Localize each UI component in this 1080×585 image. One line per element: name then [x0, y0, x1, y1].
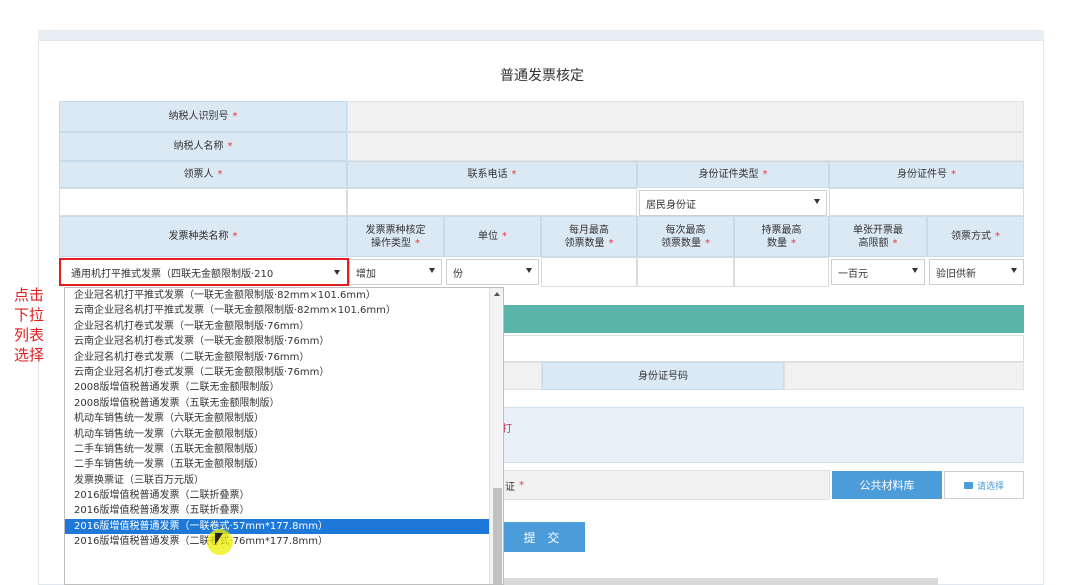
id-number-value [784, 362, 1024, 390]
dropdown-list: 企业冠名机打平推式发票（一联无金额限制版·82mm×101.6mm） 云南企业冠名… [65, 288, 489, 550]
id-number-input[interactable] [829, 188, 1024, 216]
phone-label: 联系电话 * [347, 161, 637, 188]
id-number-label: 身份证号码 [542, 362, 784, 390]
hold-max-input[interactable] [734, 257, 829, 287]
taxpayer-id-label: 纳税人识别号 * [59, 101, 347, 132]
single-limit-select[interactable]: 一百元 [831, 259, 925, 285]
dropdown-option[interactable]: 2008版增值税普通发票（二联无金额限制版） [65, 380, 489, 395]
bottom-bar [504, 578, 938, 585]
section-row [502, 335, 1024, 362]
invoice-type-select[interactable]: 通用机打平推式发票（四联无金额限制版·210 [59, 258, 349, 286]
dropdown-scrollbar[interactable] [489, 288, 503, 584]
dropdown-option[interactable]: 云南企业冠名机打平推式发票（一联无金额限制版·82mm×101.6mm） [65, 303, 489, 318]
chevron-down-icon [526, 268, 532, 273]
dropdown-option[interactable]: 企业冠名机打平推式发票（一联无金额限制版·82mm×101.6mm） [65, 288, 489, 303]
dropdown-option[interactable]: 2016版增值税普通发票（二联卷式·76mm*177.8mm） [65, 534, 489, 549]
hold-max-label: 持票最高 数量 * [734, 216, 829, 257]
chevron-down-icon [1011, 268, 1017, 273]
chevron-down-icon [814, 199, 820, 204]
id-type-label: 身份证件类型 * [637, 161, 829, 188]
single-limit-label: 单张开票最 高限额 * [829, 216, 927, 257]
folder-icon [963, 481, 973, 489]
dropdown-option[interactable]: 发票换票证（三联百万元版） [65, 473, 489, 488]
recipient-label: 领票人 * [59, 161, 347, 188]
dropdown-option[interactable]: 2008版增值税普通发票（五联无金额限制版） [65, 396, 489, 411]
taxpayer-name-value [347, 132, 1024, 161]
gray-cell [502, 362, 542, 390]
each-max-input[interactable] [637, 257, 734, 287]
phone-input[interactable] [347, 188, 637, 216]
unit-label: 单位 * [444, 216, 541, 257]
choose-button[interactable]: 请选择 [944, 471, 1024, 499]
page-title: 普通发票核定 [500, 68, 584, 84]
op-type-label: 发票票种核定 操作类型 * [347, 216, 444, 257]
taxpayer-name-label: 纳税人名称 * [59, 132, 347, 161]
dropdown-option[interactable]: 企业冠名机打卷式发票（一联无金额限制版·76mm） [65, 319, 489, 334]
method-select[interactable]: 验旧供新 [929, 259, 1024, 285]
section-header-bar [502, 305, 1024, 333]
dropdown-option[interactable]: 企业冠名机打卷式发票（二联无金额限制版·76mm） [65, 350, 489, 365]
material-row: 证 * [502, 470, 830, 500]
dropdown-option[interactable]: 机动车销售统一发票（六联无金额限制版） [65, 411, 489, 426]
invoice-type-dropdown[interactable]: 企业冠名机打平推式发票（一联无金额限制版·82mm×101.6mm） 云南企业冠名… [64, 287, 504, 585]
monthly-max-label: 每月最高 领票数量 * [541, 216, 637, 257]
chevron-down-icon [429, 268, 435, 273]
scroll-thumb[interactable] [493, 488, 502, 584]
mouse-pointer-icon [215, 533, 223, 545]
dropdown-option[interactable]: 2016版增值税普通发票（五联折叠票） [65, 503, 489, 518]
monthly-max-input[interactable] [541, 257, 637, 287]
chevron-down-icon [912, 268, 918, 273]
dropdown-option[interactable]: 2016版增值税普通发票（二联折叠票） [65, 488, 489, 503]
dropdown-option[interactable]: 二手车销售统一发票（五联无金额限制版） [65, 442, 489, 457]
dropdown-option[interactable]: 二手车销售统一发票（五联无金额限制版） [65, 457, 489, 472]
unit-select[interactable]: 份 [446, 259, 539, 285]
dropdown-option[interactable]: 2016版增值税普通发票（一联卷式·57mm*177.8mm） [65, 518, 489, 535]
dropdown-option[interactable]: 机动车销售统一发票（六联无金额限制版） [65, 427, 489, 442]
chevron-down-icon [334, 270, 340, 275]
method-label: 领票方式 * [927, 216, 1024, 257]
id-number-header: 身份证件号 * [829, 161, 1024, 188]
taxpayer-id-value [347, 101, 1024, 132]
top-strip [38, 30, 1044, 40]
public-library-button[interactable]: 公共材料库 [832, 471, 942, 499]
id-type-select[interactable]: 居民身份证 [639, 190, 827, 216]
dropdown-option[interactable]: 云南企业冠名机打卷式发票（二联无金额限制版·76mm） [65, 365, 489, 380]
submit-button[interactable]: 提 交 [502, 522, 585, 552]
each-max-label: 每次最高 领票数量 * [637, 216, 734, 257]
scroll-up-icon[interactable] [494, 292, 500, 296]
notice-box [502, 407, 1024, 463]
instruction-annotation: 点击下拉列表选择 [14, 286, 45, 364]
invoice-type-label: 发票种类名称 * [59, 216, 347, 257]
dropdown-option[interactable]: 云南企业冠名机打卷式发票（一联无金额限制版·76mm） [65, 334, 489, 349]
op-type-select[interactable]: 增加 [349, 259, 442, 285]
recipient-input[interactable] [59, 188, 347, 216]
